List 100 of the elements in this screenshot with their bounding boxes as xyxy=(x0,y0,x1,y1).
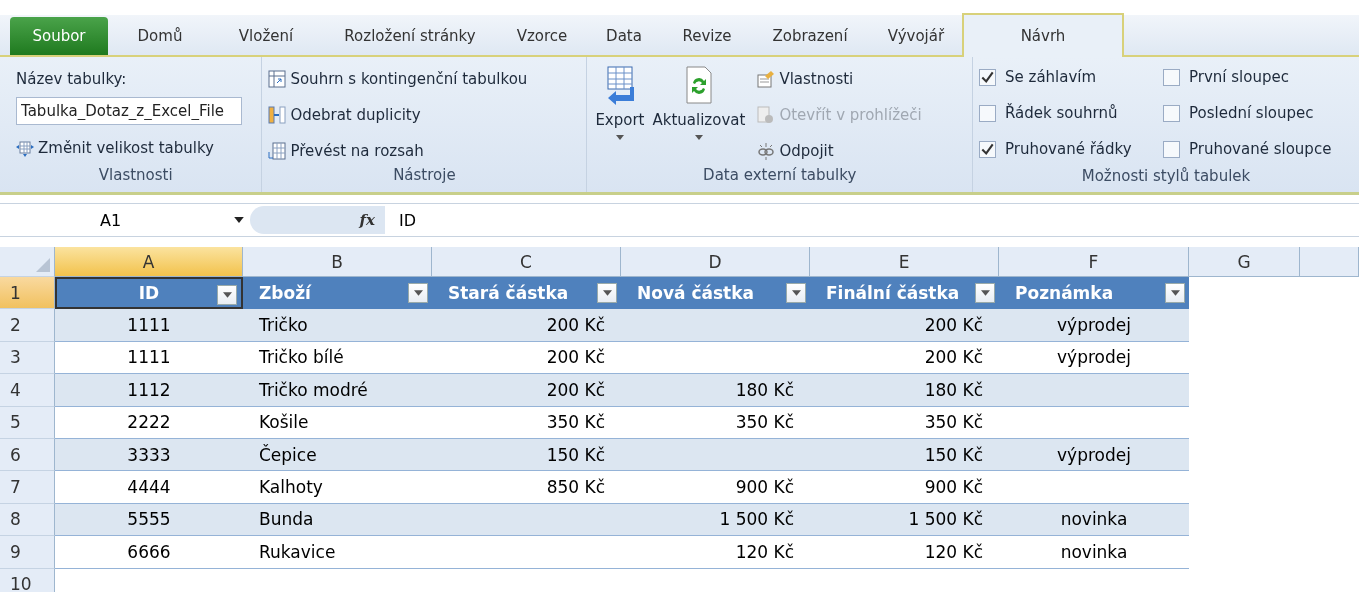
ribbon-tab[interactable]: Soubor xyxy=(10,17,108,55)
column-header[interactable]: F xyxy=(999,247,1189,277)
ribbon-button[interactable]: Souhrn s kontingenční tabulkou xyxy=(268,65,581,92)
unlink-icon xyxy=(757,141,776,160)
table-cell: 180 Kč xyxy=(810,374,999,407)
caret-icon xyxy=(413,290,423,296)
ribbon-button[interactable]: Odebrat duplicity xyxy=(268,101,581,128)
row-header[interactable]: 5 xyxy=(0,406,55,439)
table-header-cell[interactable]: Stará částka xyxy=(432,277,621,310)
row-header[interactable]: 3 xyxy=(0,341,55,375)
table-name-field[interactable]: Tabulka_Dotaz_z_Excel_File xyxy=(16,97,242,125)
ribbon-tab[interactable]: Rozložení stránky xyxy=(320,17,500,55)
table-cell: novinka xyxy=(999,503,1189,537)
table-header-cell[interactable]: ID xyxy=(55,277,243,310)
ribbon-tab[interactable]: Data xyxy=(584,17,664,55)
ribbon-button[interactable]: Odpojit xyxy=(757,137,922,164)
row-header[interactable]: 7 xyxy=(0,471,55,504)
filter-button[interactable] xyxy=(786,283,806,303)
filter-button[interactable] xyxy=(597,283,617,303)
table-name-label: Název tabulky: xyxy=(16,68,128,90)
row-header[interactable]: 4 xyxy=(0,374,55,407)
convert-range-icon xyxy=(268,141,287,160)
caret-icon xyxy=(694,135,703,140)
caret-icon xyxy=(602,290,612,296)
checkbox[interactable] xyxy=(1163,104,1180,122)
checkbox[interactable] xyxy=(979,68,996,86)
table-cell: výprodej xyxy=(999,309,1189,342)
ribbon-button[interactable]: Převést na rozsah xyxy=(268,137,581,164)
ribbon-tab[interactable]: Návrh xyxy=(962,13,1124,57)
ribbon-tab[interactable]: Vývojář xyxy=(870,17,962,55)
ribbon-button[interactable]: Aktualizovat xyxy=(650,65,748,166)
table-header-cell[interactable]: Finální částka xyxy=(810,277,999,310)
table-cell: výprodej xyxy=(999,438,1189,472)
header-text: Nová částka xyxy=(637,283,754,304)
table-header-cell[interactable]: Nová částka xyxy=(621,277,810,310)
ribbon-button[interactable]: Export xyxy=(593,65,647,166)
column-header[interactable]: E xyxy=(810,247,999,277)
resize-table-button[interactable]: Změnit velikost tabulky xyxy=(16,134,256,161)
row-header[interactable]: 9 xyxy=(0,536,55,569)
column-header[interactable]: C xyxy=(432,247,621,277)
checkbox[interactable] xyxy=(979,140,996,158)
table-cell: 150 Kč xyxy=(810,438,999,472)
table-cell: 3333 xyxy=(55,438,243,472)
checkbox-option[interactable]: První sloupec xyxy=(1163,59,1353,95)
column-header[interactable]: A xyxy=(55,247,243,277)
group-label: Možnosti stylů tabulek xyxy=(1080,167,1252,187)
checkmark-icon xyxy=(981,142,994,156)
ribbon-button[interactable]: Vlastnosti xyxy=(757,65,922,92)
caret-icon xyxy=(980,290,990,296)
row-header[interactable]: 1 xyxy=(0,277,55,310)
group-label: Nástroje xyxy=(392,166,457,186)
table-header-cell[interactable]: Poznámka xyxy=(999,277,1189,310)
checkbox-option[interactable]: Řádek souhrnů xyxy=(979,95,1163,131)
table-icon xyxy=(16,138,34,157)
row-header[interactable]: 2 xyxy=(0,309,55,342)
table-cell: Bunda xyxy=(243,503,432,537)
checkbox-option[interactable]: Pruhované sloupce xyxy=(1163,131,1353,167)
caret-icon xyxy=(222,292,232,298)
table-cell: 1 500 Kč xyxy=(621,503,810,537)
column-header[interactable]: G xyxy=(1189,247,1300,277)
checkmark-icon xyxy=(981,70,994,84)
properties-icon xyxy=(757,69,776,88)
caret-icon xyxy=(791,290,801,296)
ribbon-tab[interactable]: Vložení xyxy=(212,17,320,55)
header-text: Stará částka xyxy=(448,283,569,304)
name-box[interactable]: A1 xyxy=(0,204,250,236)
column-header[interactable]: D xyxy=(621,247,810,277)
ribbon-tab[interactable]: Vzorce xyxy=(500,17,584,55)
ribbon-tab[interactable]: Domů xyxy=(108,17,212,55)
table-cell: 150 Kč xyxy=(432,438,621,472)
table-cell: 200 Kč xyxy=(432,309,621,342)
group-label: Data externí tabulky xyxy=(702,166,858,186)
formula-field[interactable]: ID xyxy=(385,210,1359,230)
header-text: Zboží xyxy=(259,283,311,304)
caret-icon xyxy=(1170,290,1180,296)
checkbox-option[interactable]: Se záhlavím xyxy=(979,59,1163,95)
checkbox-option[interactable]: Pruhované řádky xyxy=(979,131,1163,167)
filter-button[interactable] xyxy=(1165,283,1185,303)
row-header[interactable]: 8 xyxy=(0,503,55,537)
insert-function-button[interactable]: fx xyxy=(359,211,375,229)
table-cell: 1112 xyxy=(55,374,243,407)
row-header[interactable]: 10 xyxy=(0,568,55,592)
column-header[interactable]: B xyxy=(243,247,432,277)
filter-button[interactable] xyxy=(217,285,237,305)
browser-icon xyxy=(757,105,776,124)
ribbon-tab[interactable]: Revize xyxy=(664,17,750,55)
checkbox-option[interactable]: Poslední sloupec xyxy=(1163,95,1353,131)
checkbox[interactable] xyxy=(1163,68,1180,86)
table-header-cell[interactable]: Zboží xyxy=(243,277,432,310)
header-text: Poznámka xyxy=(1015,283,1114,304)
ribbon-tab[interactable]: Zobrazení xyxy=(750,17,870,55)
pivot-table-icon xyxy=(268,69,287,88)
checkbox[interactable] xyxy=(1163,140,1180,158)
table-cell: Čepice xyxy=(243,438,432,472)
filter-button[interactable] xyxy=(408,283,428,303)
table-cell: 200 Kč xyxy=(810,309,999,342)
filter-button[interactable] xyxy=(975,283,995,303)
caret-icon xyxy=(615,135,624,140)
row-header[interactable]: 6 xyxy=(0,438,55,472)
checkbox[interactable] xyxy=(979,104,996,122)
